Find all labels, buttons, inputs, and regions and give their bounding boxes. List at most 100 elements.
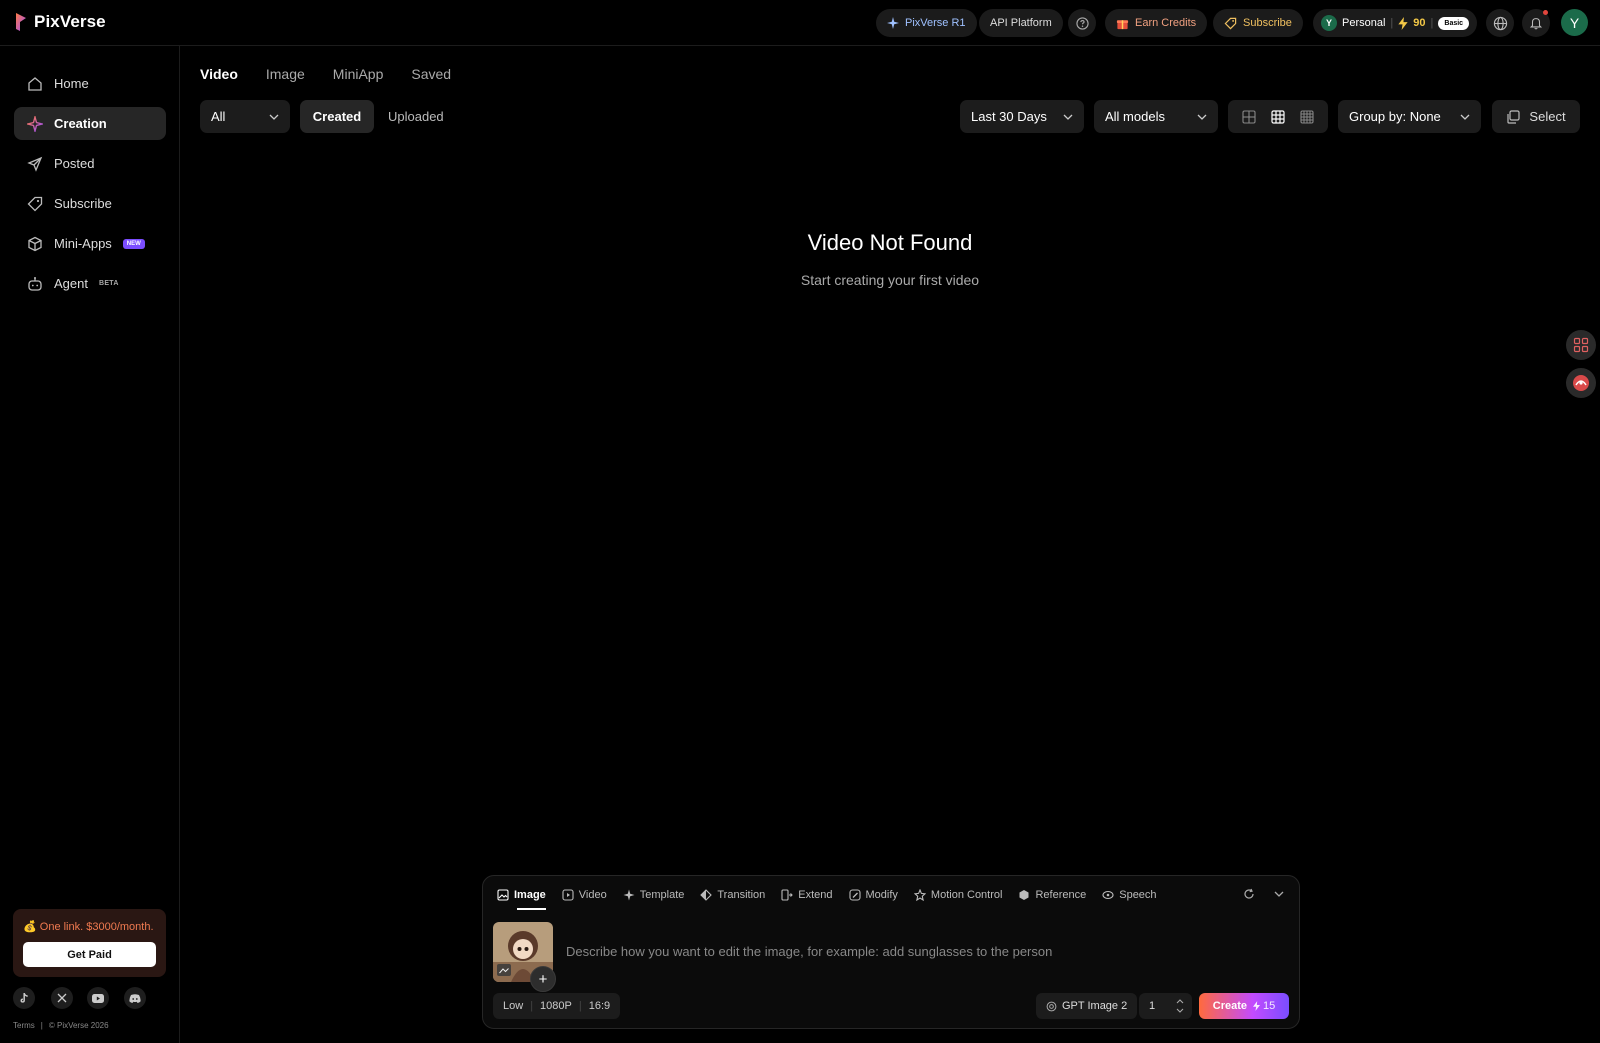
grid-4x4-icon <box>1300 109 1314 124</box>
send-icon <box>27 156 43 172</box>
sidebar-item-posted[interactable]: Posted <box>14 147 166 180</box>
mode-tab-image[interactable]: Image <box>497 889 546 910</box>
home-icon <box>28 76 42 91</box>
money-bag-icon: 💰 <box>23 921 37 933</box>
grid-small-button[interactable] <box>1300 109 1314 124</box>
mode-tab-label: Video <box>578 889 607 901</box>
select-button[interactable]: Select <box>1492 100 1580 133</box>
tab-image[interactable]: Image <box>266 66 305 82</box>
gift-icon <box>1116 19 1129 29</box>
generation-settings-button[interactable]: Low | 1080P | 16:9 <box>493 993 621 1019</box>
grid-3x3-icon <box>1271 109 1285 124</box>
cube-icon <box>28 236 42 251</box>
uploaded-toggle[interactable]: Uploaded <box>388 100 444 133</box>
created-toggle[interactable]: Created <box>300 100 374 133</box>
assistant-icon <box>1573 375 1589 391</box>
tab-video[interactable]: Video <box>200 66 238 82</box>
mode-tab-label: Transition <box>717 889 766 901</box>
image-icon <box>497 889 509 901</box>
assistant-float-button[interactable] <box>1566 368 1596 398</box>
stepper-arrows-icon <box>1176 999 1184 1013</box>
motion-icon <box>913 889 926 901</box>
sidebar-item-creation[interactable]: Creation <box>14 107 166 140</box>
language-button[interactable] <box>1486 9 1514 37</box>
youtube-link[interactable] <box>87 987 109 1009</box>
mode-tab-video[interactable]: Video <box>562 889 607 901</box>
tab-saved[interactable]: Saved <box>411 66 451 82</box>
mode-tab-speech[interactable]: Speech <box>1102 889 1157 901</box>
grid-size-toggle <box>1228 100 1328 133</box>
chevron-down-icon <box>1274 891 1284 897</box>
tab-miniapp[interactable]: MiniApp <box>333 66 384 82</box>
composer-mode-tabs: Image Video Template Transition Extend M… <box>497 889 1157 910</box>
mode-tab-motion-control[interactable]: Motion Control <box>913 889 1003 901</box>
mode-tab-extend[interactable]: Extend <box>781 889 833 901</box>
chevron-down-icon <box>1460 114 1470 120</box>
logo[interactable]: PixVerse <box>14 12 106 32</box>
sparkle-icon <box>27 115 43 132</box>
sidebar: Home Creation Posted Subscribe Mini-Apps… <box>0 46 180 1043</box>
reset-button[interactable] <box>1243 888 1255 900</box>
model-selector[interactable]: GPT Image 2 <box>1036 993 1138 1019</box>
x-link[interactable] <box>51 987 73 1009</box>
mode-tab-label: Image <box>514 889 546 901</box>
models-dropdown[interactable]: All models <box>1094 100 1218 133</box>
models-value: All models <box>1105 109 1165 124</box>
mode-tab-label: Speech <box>1119 889 1157 901</box>
subscribe-button[interactable]: Subscribe <box>1213 9 1303 37</box>
get-paid-button[interactable]: Get Paid <box>23 942 156 967</box>
chevron-down-icon <box>1063 114 1073 120</box>
mode-tab-modify[interactable]: Modify <box>848 889 898 901</box>
multi-select-icon <box>1507 109 1521 124</box>
pixverse-r1-button[interactable]: PixVerse R1 <box>876 9 977 37</box>
sidebar-item-home[interactable]: Home <box>14 67 166 100</box>
copyright: © PixVerse 2026 <box>48 1021 109 1030</box>
sidebar-item-subscribe[interactable]: Subscribe <box>14 187 166 220</box>
notifications-button[interactable] <box>1522 9 1550 37</box>
earn-credits-button[interactable]: Earn Credits <box>1105 9 1208 37</box>
apps-float-button[interactable] <box>1566 330 1596 360</box>
promo-label: One link. $3000/month. <box>39 921 154 933</box>
bell-icon <box>1529 18 1543 30</box>
create-cost: 15 <box>1253 1000 1275 1012</box>
create-label: Create <box>1212 1000 1247 1012</box>
chevron-down-icon <box>1197 114 1207 120</box>
help-button[interactable] <box>1068 9 1096 37</box>
sidebar-item-label: Posted <box>54 156 95 171</box>
discord-link[interactable] <box>124 987 146 1009</box>
mode-tab-label: Motion Control <box>930 889 1003 901</box>
youtube-icon <box>92 993 104 1003</box>
tag-icon <box>27 196 43 211</box>
globe-icon <box>1493 16 1507 30</box>
extend-icon <box>781 889 794 901</box>
mode-tab-reference[interactable]: Reference <box>1018 889 1086 901</box>
sidebar-item-mini-apps[interactable]: Mini-Apps NEW <box>14 227 166 260</box>
type-filter-dropdown[interactable]: All <box>200 100 290 133</box>
date-range-dropdown[interactable]: Last 30 Days <box>960 100 1084 133</box>
api-platform-button[interactable]: API Platform <box>979 9 1063 37</box>
collapse-button[interactable] <box>1273 888 1285 900</box>
tag-icon <box>1224 17 1237 29</box>
refresh-icon <box>1244 888 1254 899</box>
mode-tab-transition[interactable]: Transition <box>700 889 765 901</box>
output-count-stepper[interactable]: 1 <box>1139 993 1192 1019</box>
tiktok-link[interactable] <box>13 987 35 1009</box>
robot-icon <box>28 276 42 291</box>
output-count-value: 1 <box>1149 1000 1156 1012</box>
divider: | <box>1390 17 1394 29</box>
prompt-input[interactable]: Describe how you want to edit the image,… <box>566 944 1052 959</box>
sparkle-icon <box>887 17 899 29</box>
mode-tab-template[interactable]: Template <box>623 889 684 901</box>
content-tabs: Video Image MiniApp Saved <box>200 66 451 82</box>
user-avatar[interactable]: Y <box>1561 9 1588 36</box>
sidebar-item-agent[interactable]: Agent BETA <box>14 267 166 300</box>
grid-large-button[interactable] <box>1242 109 1256 124</box>
pixverse-r1-label: PixVerse R1 <box>905 17 966 29</box>
create-button[interactable]: Create 15 <box>1199 993 1289 1019</box>
terms-link[interactable]: Terms <box>13 1021 35 1030</box>
grid-medium-button[interactable] <box>1271 109 1285 124</box>
new-badge: NEW <box>122 238 145 249</box>
account-switcher[interactable]: Y Personal | 90 | Basic <box>1313 9 1478 37</box>
group-by-dropdown[interactable]: Group by: None <box>1338 100 1481 133</box>
add-image-button[interactable]: + <box>530 966 556 992</box>
